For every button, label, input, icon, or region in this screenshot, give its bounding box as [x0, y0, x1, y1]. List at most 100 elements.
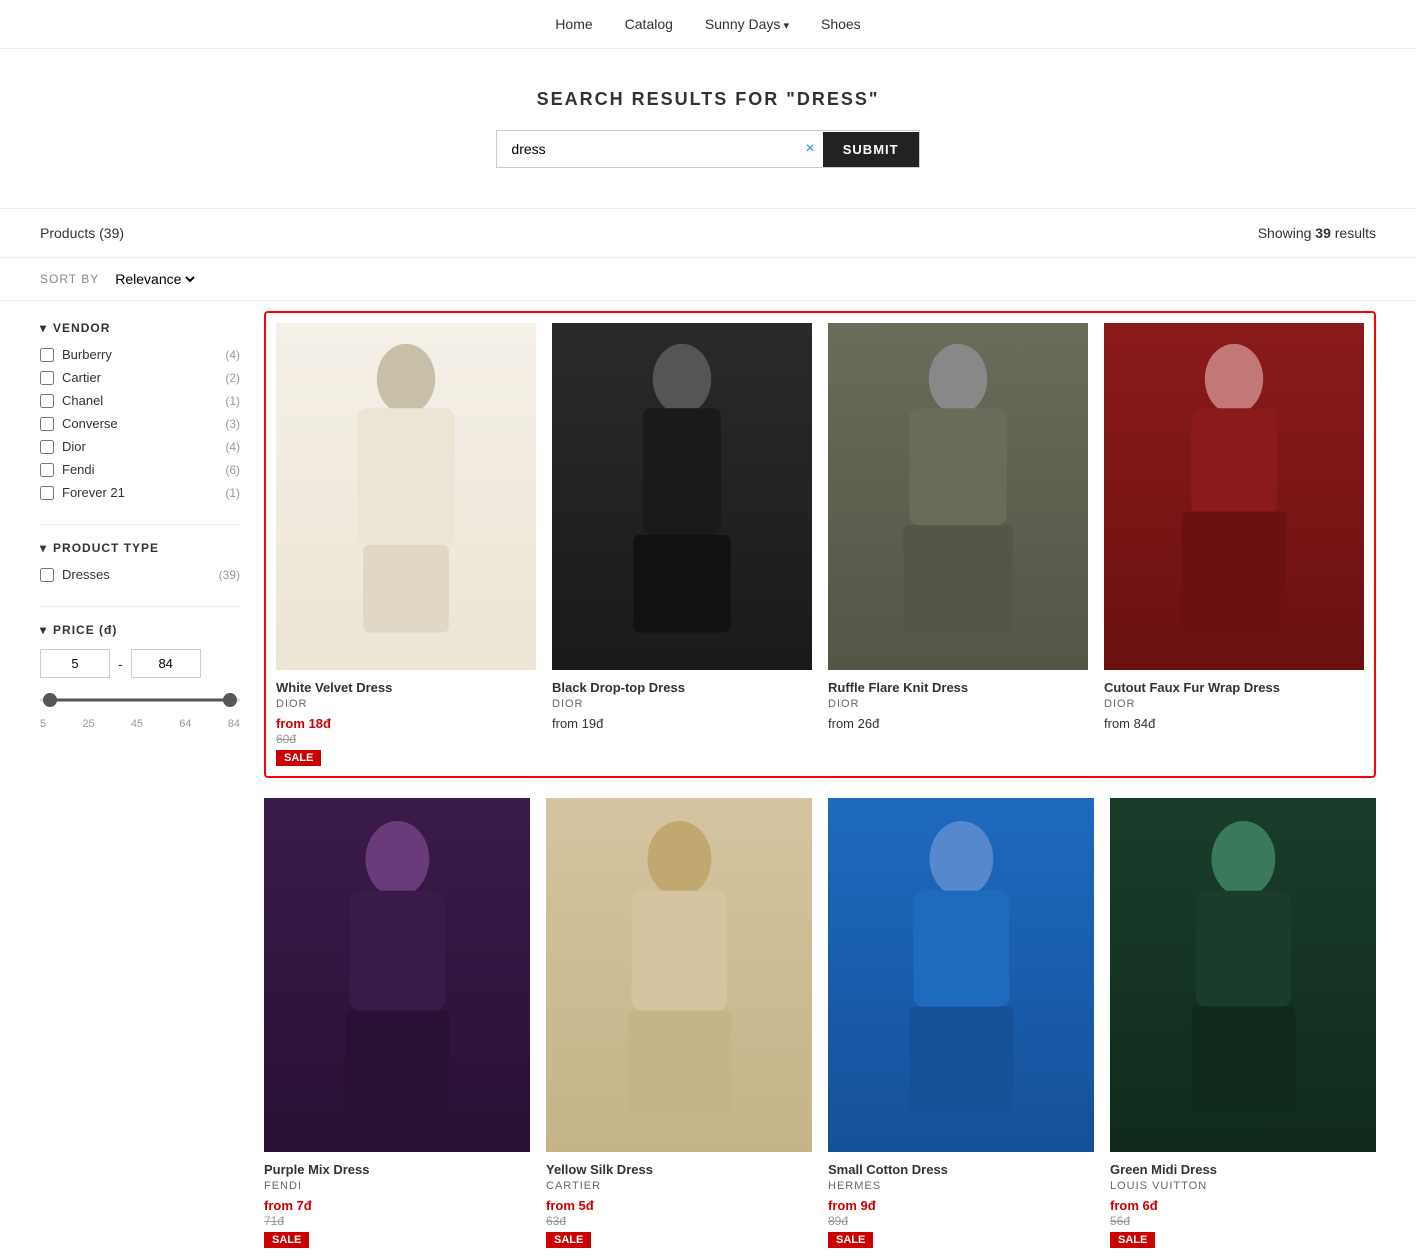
product-image [828, 798, 1094, 1153]
filter-divider-1 [40, 524, 240, 525]
product-name: Small Cotton Dress [828, 1162, 1094, 1177]
sort-bar: SORT BY Relevance [0, 258, 1416, 301]
dress-silhouette-icon [1137, 815, 1350, 1134]
clear-search-button[interactable]: × [797, 140, 822, 158]
price-slider[interactable] [40, 690, 240, 710]
price-filter: ▾ PRICE (đ) - 5 25 45 64 84 [40, 623, 240, 730]
product-vendor: DIOR [276, 698, 536, 710]
product-black-droptop-dress[interactable]: Black Drop-top Dress DIOR from 19đ [552, 323, 812, 766]
sort-label: SORT BY [40, 272, 99, 286]
product-vendor: HERMES [828, 1180, 1094, 1192]
price-slider-min-handle[interactable] [43, 693, 57, 707]
vendor-arrow-icon: ▾ [40, 321, 47, 335]
price-max-input[interactable] [131, 649, 201, 678]
product-name: Cutout Faux Fur Wrap Dress [1104, 680, 1364, 695]
product-type-title: ▾ PRODUCT TYPE [40, 541, 240, 555]
price-arrow-icon: ▾ [40, 623, 47, 637]
vendor-fendi: Fendi (6) [40, 462, 240, 477]
showing-results: Showing 39 results [1258, 225, 1376, 241]
product-green-midi-dress[interactable]: Green Midi Dress LOUIS VUITTON from 6đ 5… [1110, 798, 1376, 1249]
product-type-filter: ▾ PRODUCT TYPE Dresses (39) [40, 541, 240, 582]
highlighted-products-grid: White Velvet Dress DIOR from 18đ 60đ SAL… [276, 323, 1364, 766]
dress-silhouette-icon [1130, 340, 1338, 652]
regular-products-grid: Purple Mix Dress FENDI from 7đ 71đ SALE [264, 798, 1376, 1249]
product-name: Ruffle Flare Knit Dress [828, 680, 1088, 695]
product-price: from 9đ 89đ [828, 1198, 1094, 1228]
product-vendor: CARTIER [546, 1180, 812, 1192]
dress-silhouette-icon [578, 340, 786, 652]
search-input[interactable] [497, 131, 797, 167]
vendor-cartier: Cartier (2) [40, 370, 240, 385]
product-vendor: FENDI [264, 1180, 530, 1192]
nav-catalog[interactable]: Catalog [625, 16, 673, 32]
product-vendor: DIOR [828, 698, 1088, 710]
product-cutout-faux-fur-wrap-dress[interactable]: Cutout Faux Fur Wrap Dress DIOR from 84đ [1104, 323, 1364, 766]
vendor-burberry: Burberry (4) [40, 347, 240, 362]
product-price: from 84đ [1104, 716, 1364, 731]
sort-select[interactable]: Relevance [111, 270, 198, 288]
search-header: SEARCH RESULTS FOR "DRESS" × SUBMIT [0, 49, 1416, 188]
vendor-burberry-checkbox[interactable] [40, 348, 54, 362]
results-count: 39 [1315, 225, 1331, 241]
vendor-converse-checkbox[interactable] [40, 417, 54, 431]
main-layout: ▾ VENDOR Burberry (4) Cartier (2) Chanel… [0, 301, 1416, 1248]
price-min-input[interactable] [40, 649, 110, 678]
price-ticks: 5 25 45 64 84 [40, 718, 240, 730]
product-price: from 6đ 56đ [1110, 1198, 1376, 1228]
nav-shoes[interactable]: Shoes [821, 16, 861, 32]
results-bar: Products (39) Showing 39 results [0, 208, 1416, 258]
product-image [1110, 798, 1376, 1153]
dress-silhouette-icon [302, 340, 510, 652]
vendor-forever21-checkbox[interactable] [40, 486, 54, 500]
vendor-chanel-checkbox[interactable] [40, 394, 54, 408]
product-image [264, 798, 530, 1153]
product-name: Purple Mix Dress [264, 1162, 530, 1177]
vendor-dior-checkbox[interactable] [40, 440, 54, 454]
dress-silhouette-icon [855, 815, 1068, 1134]
filter-divider-2 [40, 606, 240, 607]
product-name: Green Midi Dress [1110, 1162, 1376, 1177]
sale-badge: SALE [828, 1232, 873, 1248]
vendor-dior: Dior (4) [40, 439, 240, 454]
nav-sunny-days[interactable]: Sunny Days [705, 16, 789, 32]
main-nav: Home Catalog Sunny Days Shoes [0, 0, 1416, 49]
product-vendor: DIOR [1104, 698, 1364, 710]
product-price: from 7đ 71đ [264, 1198, 530, 1228]
product-name: Yellow Silk Dress [546, 1162, 812, 1177]
vendor-fendi-checkbox[interactable] [40, 463, 54, 477]
product-price: from 5đ 63đ [546, 1198, 812, 1228]
product-small-cotton-dress[interactable]: Small Cotton Dress HERMES from 9đ 89đ SA… [828, 798, 1094, 1249]
sale-badge: SALE [276, 750, 321, 766]
price-slider-max-handle[interactable] [223, 693, 237, 707]
price-slider-fill [50, 699, 230, 702]
price-range-separator: - [118, 656, 123, 672]
vendor-forever21: Forever 21 (1) [40, 485, 240, 500]
dress-silhouette-icon [573, 815, 786, 1134]
price-filter-title: ▾ PRICE (đ) [40, 623, 240, 637]
search-bar: × SUBMIT [496, 130, 919, 168]
product-ruffle-flare-knit-dress[interactable]: Ruffle Flare Knit Dress DIOR from 26đ [828, 323, 1088, 766]
product-yellow-silk-dress[interactable]: Yellow Silk Dress CARTIER from 5đ 63đ SA… [546, 798, 812, 1249]
vendor-converse: Converse (3) [40, 416, 240, 431]
sale-badge: SALE [1110, 1232, 1155, 1248]
product-image [546, 798, 812, 1153]
product-image [276, 323, 536, 670]
product-purple-mix-dress[interactable]: Purple Mix Dress FENDI from 7đ 71đ SALE [264, 798, 530, 1249]
dress-silhouette-icon [291, 815, 504, 1134]
dress-silhouette-icon [854, 340, 1062, 652]
vendor-cartier-checkbox[interactable] [40, 371, 54, 385]
product-type-dresses: Dresses (39) [40, 567, 240, 582]
product-name: White Velvet Dress [276, 680, 536, 695]
product-type-arrow-icon: ▾ [40, 541, 47, 555]
search-title: SEARCH RESULTS FOR "DRESS" [0, 89, 1416, 110]
product-image [828, 323, 1088, 670]
vendor-chanel: Chanel (1) [40, 393, 240, 408]
sale-badge: SALE [546, 1232, 591, 1248]
product-vendor: LOUIS VUITTON [1110, 1180, 1376, 1192]
type-dresses-checkbox[interactable] [40, 568, 54, 582]
product-white-velvet-dress[interactable]: White Velvet Dress DIOR from 18đ 60đ SAL… [276, 323, 536, 766]
submit-search-button[interactable]: SUBMIT [823, 132, 919, 167]
nav-home[interactable]: Home [555, 16, 592, 32]
vendor-filter-title: ▾ VENDOR [40, 321, 240, 335]
product-image [552, 323, 812, 670]
